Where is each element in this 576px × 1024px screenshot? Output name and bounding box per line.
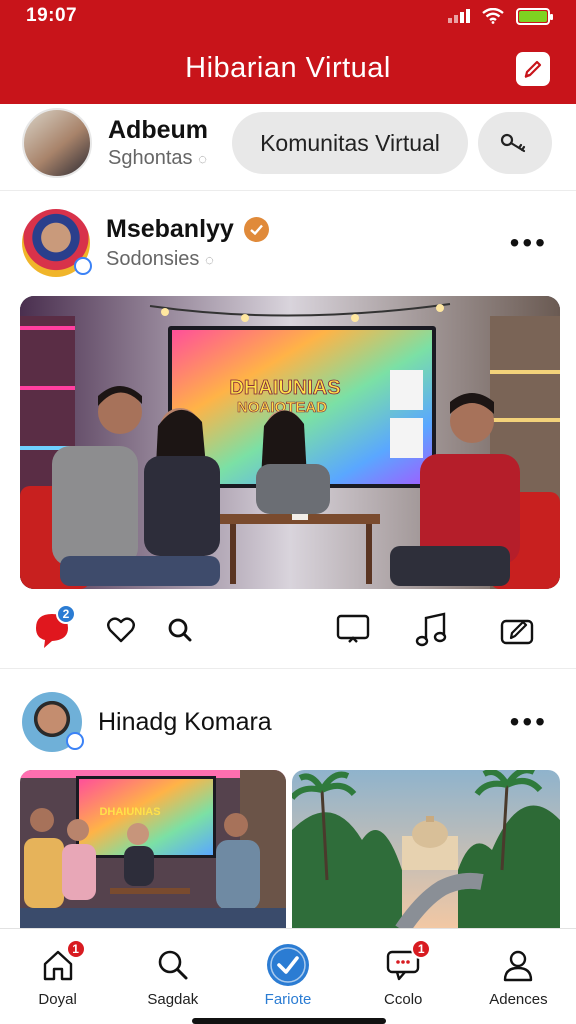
nav-item-chat[interactable]: 1 Ccolo	[346, 929, 461, 1024]
divider	[0, 190, 576, 191]
post-image[interactable]: DHAIUNIAS	[20, 770, 286, 930]
nav-label: Ccolo	[384, 991, 423, 1008]
notification-badge: 1	[411, 939, 432, 959]
heart-icon	[107, 617, 135, 643]
signal-icon	[448, 9, 470, 23]
status-bar: 19:07	[0, 0, 576, 32]
story-user-name[interactable]: Adbeum	[108, 116, 226, 145]
screen-title: DHAIUNIAS	[229, 377, 340, 399]
battery-icon	[516, 7, 553, 25]
post-header: Hinadg Komara •••	[22, 686, 554, 758]
page-title: Hibarian Virtual	[185, 51, 391, 84]
nav-item-search[interactable]: Sagdak	[115, 929, 230, 1024]
search-post-button[interactable]	[160, 610, 200, 650]
badge-icon	[66, 732, 84, 750]
status-time: 19:07	[26, 5, 78, 26]
bottom-nav: 1 Doyal Sagdak Fariote 1 Ccolo Adences	[0, 928, 576, 1024]
verified-icon	[243, 217, 269, 242]
more-options-button[interactable]: •••	[510, 708, 554, 736]
profile-icon	[504, 950, 533, 982]
more-options-button[interactable]: •••	[510, 229, 554, 257]
music-icon	[415, 612, 447, 647]
story-row: Adbeum Sghontas ◌ Komunitas Virtual	[0, 104, 576, 182]
post-header: Msebanlyy Sodonsies ◌ •••	[22, 207, 554, 279]
community-button[interactable]: Komunitas Virtual	[232, 112, 468, 174]
notifications-button[interactable]: 2	[32, 604, 76, 650]
key-button[interactable]	[478, 112, 552, 174]
nav-item-home[interactable]: 1 Doyal	[0, 929, 115, 1024]
post-author-name[interactable]: Msebanlyy	[106, 215, 234, 244]
notification-count: 2	[56, 604, 76, 624]
check-circle-icon	[267, 944, 309, 986]
avatar[interactable]	[22, 692, 84, 752]
home-indicator[interactable]	[192, 1018, 386, 1024]
key-icon	[500, 133, 526, 153]
badge-icon	[74, 257, 92, 275]
tv-icon	[336, 614, 370, 643]
app-header: Hibarian Virtual	[0, 32, 576, 104]
nav-item-favorites[interactable]: Fariote	[230, 929, 345, 1024]
avatar[interactable]	[22, 108, 92, 178]
post-author-handle: Sodonsies ◌	[106, 248, 214, 270]
nav-label: Sagdak	[147, 991, 199, 1008]
screen-button[interactable]	[333, 610, 373, 650]
wifi-icon	[482, 8, 504, 24]
search-icon	[168, 618, 192, 642]
post-author-name[interactable]: Hinadg Komara	[98, 708, 272, 737]
post-image[interactable]	[292, 770, 560, 930]
notification-badge: 1	[65, 939, 86, 959]
nav-item-profile[interactable]: Adences	[461, 929, 576, 1024]
edit-icon	[500, 619, 534, 645]
music-button[interactable]	[411, 610, 451, 650]
divider	[0, 668, 576, 669]
search-icon	[158, 950, 188, 980]
nav-label: Fariote	[264, 991, 312, 1008]
compose-button[interactable]	[516, 52, 550, 86]
avatar[interactable]	[22, 209, 92, 277]
nav-label: Doyal	[38, 991, 77, 1008]
post-image[interactable]: DHAIUNIAS NOAIOTEAD	[20, 296, 560, 589]
like-button[interactable]	[101, 610, 141, 650]
screen-title: DHAIUNIAS	[99, 806, 160, 818]
post-actions: 2	[0, 600, 576, 660]
pencil-icon	[524, 60, 542, 79]
edit-post-button[interactable]	[497, 610, 537, 650]
story-user-handle: Sghontas ◌	[108, 147, 207, 169]
nav-label: Adences	[489, 991, 548, 1008]
